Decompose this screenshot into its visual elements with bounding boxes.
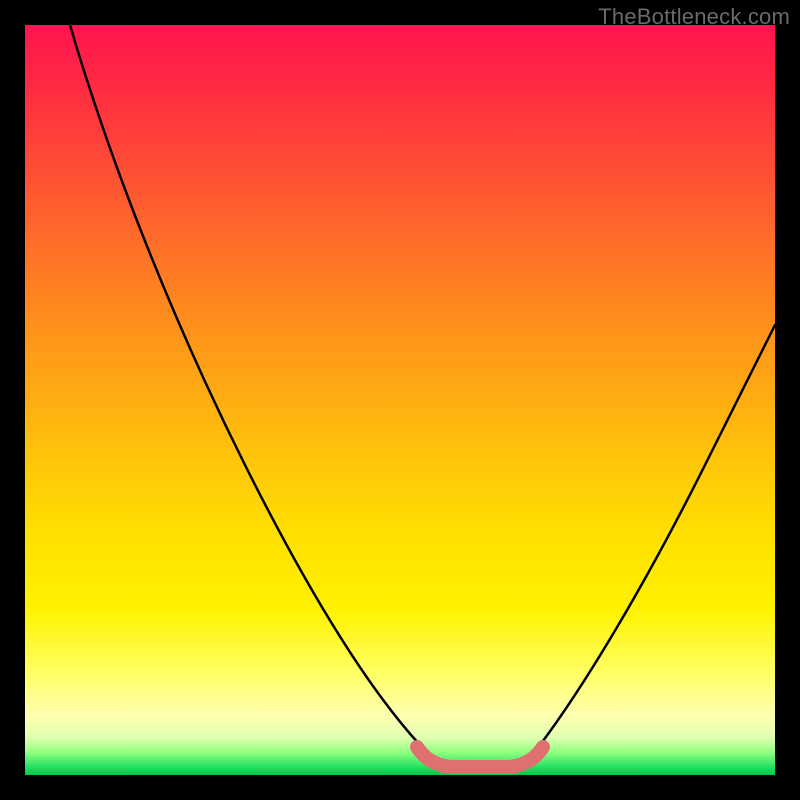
bottleneck-curve <box>70 25 775 765</box>
optimal-band <box>417 747 543 767</box>
chart-frame: TheBottleneck.com <box>0 0 800 800</box>
curve-svg <box>25 25 775 775</box>
plot-area <box>25 25 775 775</box>
watermark-text: TheBottleneck.com <box>598 4 790 30</box>
